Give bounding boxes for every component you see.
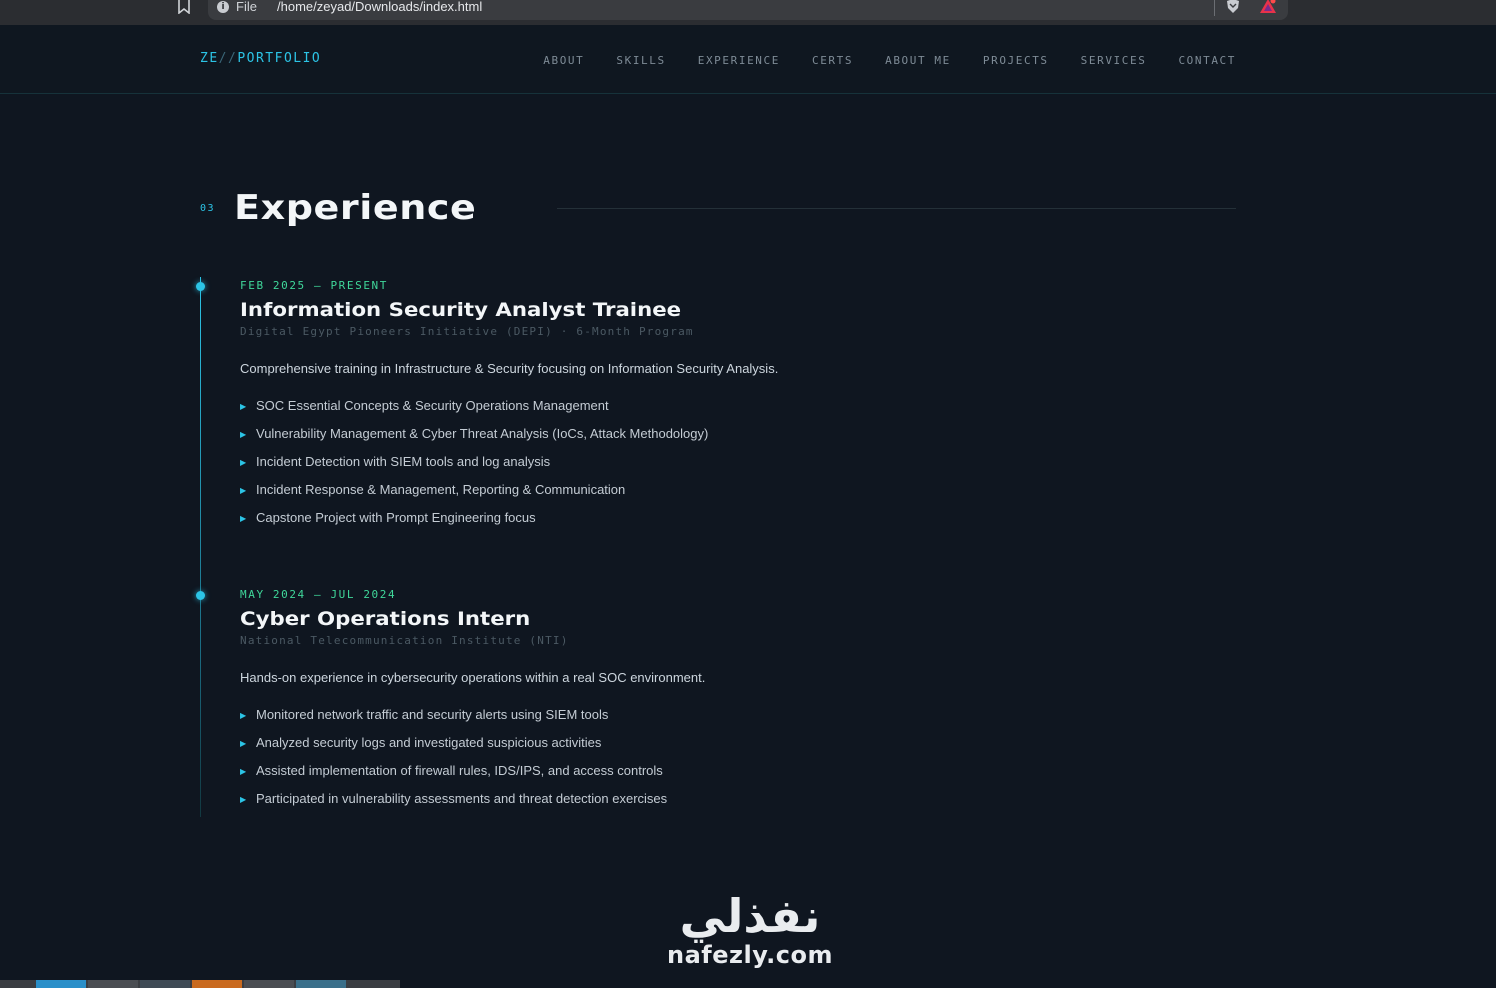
timeline-line — [200, 277, 201, 817]
triangle-right-icon: ▶ — [240, 514, 247, 523]
job-bullets: ▶ Monitored network traffic and security … — [240, 706, 1140, 818]
site-header: ZE//PORTFOLIO ABOUT SKILLS EXPERIENCE CE… — [0, 25, 1496, 94]
brave-shield-icon[interactable] — [1226, 0, 1240, 13]
url-path[interactable]: /home/zeyad/Downloads/index.html — [277, 0, 482, 15]
nav-about[interactable]: ABOUT — [543, 54, 584, 68]
timeline-dot — [196, 282, 205, 291]
job-date: MAY 2024 — JUL 2024 — [240, 588, 397, 601]
list-item: ▶ SOC Essential Concepts & Security Opera… — [240, 397, 1140, 425]
watermark: نفذلي nafezly.com — [655, 890, 845, 968]
nav-contact[interactable]: CONTACT — [1178, 54, 1236, 68]
taskbar-item[interactable] — [296, 980, 346, 988]
triangle-right-icon: ▶ — [240, 767, 247, 776]
job-bullets: ▶ SOC Essential Concepts & Security Opera… — [240, 397, 1140, 537]
job-date: FEB 2025 — PRESENT — [240, 279, 389, 292]
taskbar — [0, 980, 400, 988]
job-description: Comprehensive training in Infrastructure… — [240, 361, 779, 376]
watermark-latin: nafezly.com — [667, 941, 833, 969]
taskbar-item[interactable] — [88, 980, 138, 988]
rewards-icon[interactable] — [1260, 0, 1276, 13]
url-divider — [1214, 0, 1215, 16]
logo-slash: // — [218, 51, 238, 66]
section-title: Experience — [234, 188, 477, 228]
list-item: ▶ Incident Detection with SIEM tools and … — [240, 453, 1140, 481]
nav-projects[interactable]: PROJECTS — [983, 54, 1049, 68]
list-item: ▶ Analyzed security logs and investigated… — [240, 734, 1140, 762]
section-divider — [557, 208, 1236, 209]
nav-about-me[interactable]: ABOUT ME — [885, 54, 951, 68]
triangle-right-icon: ▶ — [240, 795, 247, 804]
list-item: ▶ Assisted implementation of firewall rul… — [240, 762, 1140, 790]
experience-item: FEB 2025 — PRESENT Information Security … — [240, 279, 1140, 537]
job-title: Information Security Analyst Trainee — [240, 299, 682, 321]
triangle-right-icon: ▶ — [240, 739, 247, 748]
bullet-text: Participated in vulnerability assessment… — [256, 791, 668, 806]
triangle-right-icon: ▶ — [240, 458, 247, 467]
info-icon[interactable]: i — [217, 1, 229, 13]
logo-prefix: ZE — [200, 51, 219, 66]
logo-suffix: PORTFOLIO — [237, 51, 322, 66]
bullet-text: Incident Response & Management, Reportin… — [256, 482, 626, 497]
bullet-text: Incident Detection with SIEM tools and l… — [256, 454, 551, 469]
timeline-dot — [196, 591, 205, 600]
list-item: ▶ Vulnerability Management & Cyber Threat… — [240, 425, 1140, 453]
triangle-right-icon: ▶ — [240, 711, 247, 720]
triangle-right-icon: ▶ — [240, 486, 247, 495]
list-item: ▶ Incident Response & Management, Reporti… — [240, 481, 1140, 509]
nav-experience[interactable]: EXPERIENCE — [698, 54, 780, 68]
bullet-text: SOC Essential Concepts & Security Operat… — [256, 398, 609, 413]
nav-services[interactable]: SERVICES — [1081, 54, 1147, 68]
nav-skills[interactable]: SKILLS — [616, 54, 665, 68]
job-organization: National Telecommunication Institute (NT… — [240, 634, 569, 647]
triangle-right-icon: ▶ — [240, 430, 247, 439]
bullet-text: Vulnerability Management & Cyber Threat … — [256, 426, 709, 441]
taskbar-item[interactable] — [140, 980, 190, 988]
taskbar-item[interactable] — [192, 980, 242, 988]
watermark-arabic: نفذلي — [679, 889, 821, 943]
job-organization: Digital Egypt Pioneers Initiative (DEPI)… — [240, 325, 694, 338]
triangle-right-icon: ▶ — [240, 402, 247, 411]
browser-toolbar: i File /home/zeyad/Downloads/index.html — [0, 0, 1496, 25]
bullet-text: Assisted implementation of firewall rule… — [256, 763, 663, 778]
bullet-text: Capstone Project with Prompt Engineering… — [256, 510, 536, 525]
main-nav: ABOUT SKILLS EXPERIENCE CERTS ABOUT ME P… — [511, 54, 1236, 68]
address-bar[interactable]: i File /home/zeyad/Downloads/index.html — [208, 0, 1288, 20]
list-item: ▶ Capstone Project with Prompt Engineerin… — [240, 509, 1140, 537]
job-description: Hands-on experience in cybersecurity ope… — [240, 670, 706, 685]
logo[interactable]: ZE//PORTFOLIO — [200, 51, 321, 67]
bullet-text: Analyzed security logs and investigated … — [256, 735, 602, 750]
job-title: Cyber Operations Intern — [240, 608, 531, 630]
nav-certs[interactable]: CERTS — [812, 54, 853, 68]
taskbar-item[interactable] — [244, 980, 294, 988]
bullet-text: Monitored network traffic and security a… — [256, 707, 609, 722]
list-item: ▶ Participated in vulnerability assessmen… — [240, 790, 1140, 818]
bookmark-icon[interactable] — [177, 0, 191, 14]
url-scheme: File — [236, 0, 257, 14]
section-number: 03 — [200, 203, 216, 214]
experience-item: MAY 2024 — JUL 2024 Cyber Operations Int… — [240, 588, 1140, 818]
taskbar-item[interactable] — [36, 980, 86, 988]
list-item: ▶ Monitored network traffic and security … — [240, 706, 1140, 734]
